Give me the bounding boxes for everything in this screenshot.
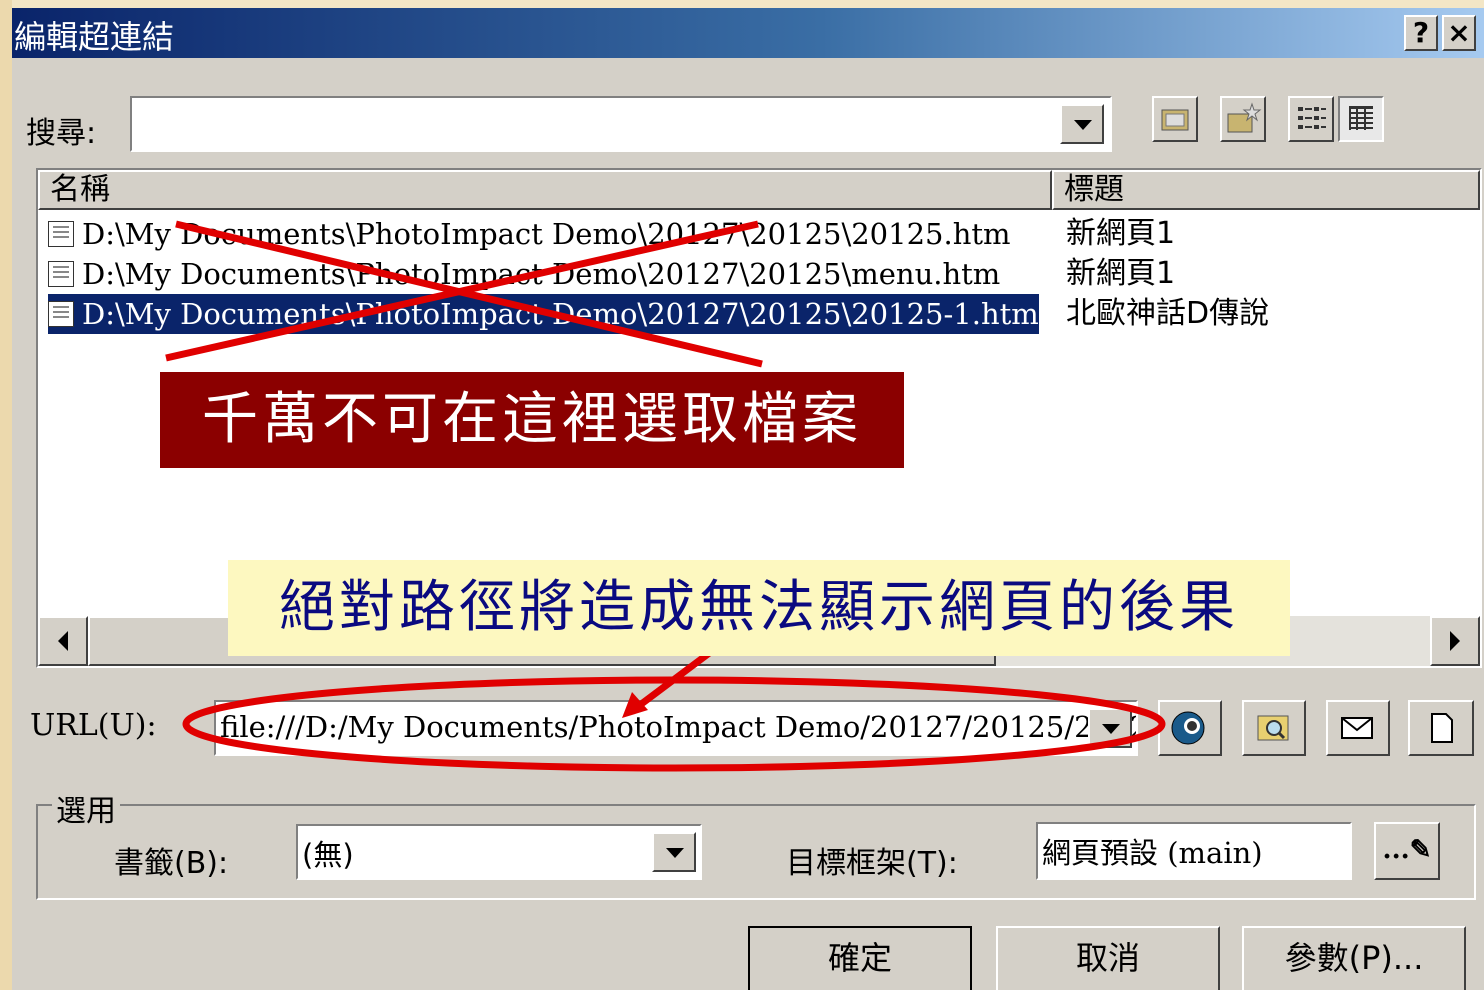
column-header-title[interactable]: 標題 [1052, 170, 1480, 210]
web-globe-icon[interactable] [1158, 700, 1222, 756]
target-frame-edit-button[interactable]: ...✎ [1374, 822, 1440, 880]
title-bar: 編輯超連結 ? × [12, 8, 1484, 58]
file-name-cell: D:\My Documents\PhotoImpact Demo\20127\2… [48, 294, 1039, 334]
help-button[interactable]: ? [1404, 15, 1438, 51]
table-row-selected[interactable]: D:\My Documents\PhotoImpact Demo\20127\2… [38, 294, 1478, 334]
list-view-icon[interactable] [1288, 96, 1334, 142]
file-title-cell: 新網頁1 [1066, 216, 1176, 251]
folder-up-icon[interactable] [1152, 96, 1198, 142]
html-file-icon [48, 221, 74, 247]
bookmark-combobox[interactable]: (無) [296, 824, 702, 880]
search-combobox[interactable] [130, 96, 1112, 152]
background-stripe [0, 0, 12, 990]
warning-note-yellow: 絕對路徑將造成無法顯示網頁的後果 [228, 560, 1290, 656]
details-view-icon[interactable] [1338, 96, 1384, 142]
file-title-cell: 新網頁1 [1066, 256, 1176, 291]
url-value[interactable]: file:///D:/My Documents/PhotoImpact Demo… [220, 710, 1136, 744]
bookmark-label: 書籤(B): [114, 846, 229, 881]
column-header-name[interactable]: 名稱 [38, 170, 1052, 210]
table-row[interactable]: D:\My Documents\PhotoImpact Demo\20127\2… [38, 254, 1478, 294]
search-label: 搜尋: [26, 116, 97, 151]
table-row[interactable]: D:\My Documents\PhotoImpact Demo\20127\2… [38, 214, 1478, 254]
target-frame-label: 目標框架(T): [786, 846, 958, 881]
file-name-cell: D:\My Documents\PhotoImpact Demo\20127\2… [48, 254, 1000, 294]
browse-folder-icon[interactable] [1242, 700, 1306, 756]
url-dropdown-button[interactable] [1088, 708, 1132, 748]
bookmark-dropdown-button[interactable] [652, 832, 696, 872]
file-name-text: D:\My Documents\PhotoImpact Demo\20127\2… [82, 257, 1001, 291]
edit-hyperlink-dialog: 編輯超連結 ? × 搜尋: 名稱 標題 D:\My Documents\Phot… [12, 8, 1484, 990]
html-file-icon [48, 261, 74, 287]
new-folder-icon[interactable] [1220, 96, 1266, 142]
arrow-left-icon [58, 631, 68, 651]
cancel-button[interactable]: 取消 [996, 926, 1220, 990]
ok-button[interactable]: 確定 [748, 926, 972, 990]
url-combobox[interactable]: file:///D:/My Documents/PhotoImpact Demo… [214, 700, 1138, 756]
file-title-cell: 北歐神話D傳說 [1066, 296, 1270, 331]
warning-note-red: 千萬不可在這裡選取檔案 [160, 372, 904, 468]
scroll-left-button[interactable] [38, 616, 88, 666]
new-page-icon[interactable] [1408, 700, 1474, 756]
parameters-button[interactable]: 參數(P)... [1242, 926, 1466, 990]
target-frame-value: 網頁預設 (main) [1042, 836, 1263, 870]
search-dropdown-button[interactable] [1060, 104, 1104, 144]
email-icon[interactable] [1326, 700, 1390, 756]
options-group-label: 選用 [52, 786, 120, 830]
scroll-right-button[interactable] [1430, 616, 1480, 666]
file-name-cell: D:\My Documents\PhotoImpact Demo\20127\2… [48, 214, 1011, 254]
dialog-title: 編輯超連結 [14, 18, 175, 56]
html-file-icon [48, 301, 74, 327]
target-frame-field[interactable]: 網頁預設 (main) [1036, 822, 1352, 880]
file-name-text: D:\My Documents\PhotoImpact Demo\20127\2… [82, 297, 1039, 331]
bookmark-value: (無) [302, 838, 354, 872]
arrow-right-icon [1450, 631, 1460, 651]
close-button[interactable]: × [1442, 15, 1476, 51]
file-name-text: D:\My Documents\PhotoImpact Demo\20127\2… [82, 217, 1011, 251]
url-label: URL(U): [30, 708, 157, 743]
